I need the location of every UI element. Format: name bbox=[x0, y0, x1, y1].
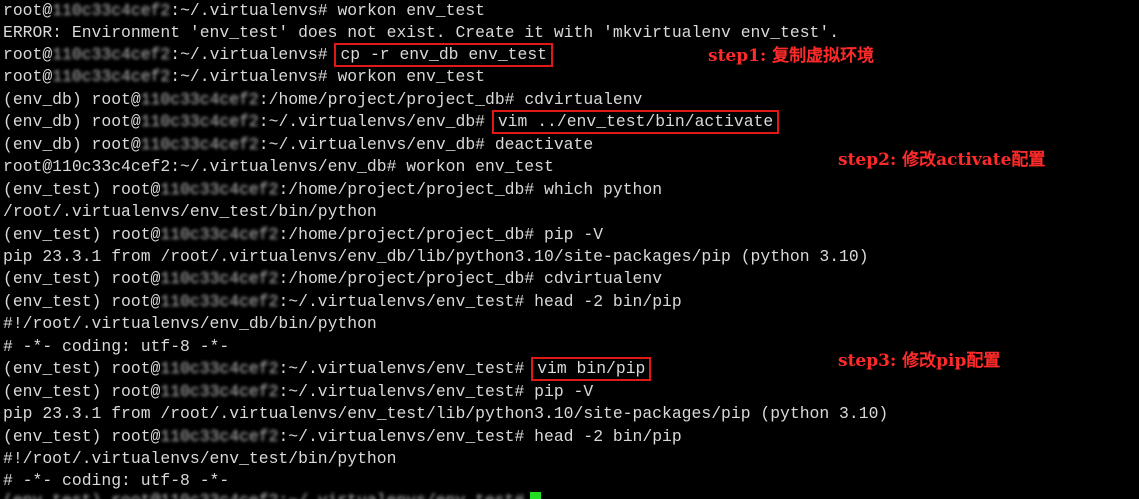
redacted-hostname: 110c33c4cef2 bbox=[160, 359, 279, 378]
highlighted-command-cp: cp -r env_db env_test bbox=[334, 43, 554, 67]
terminal-line: (env_test) root@110c33c4cef2:~/.virtuale… bbox=[3, 427, 682, 446]
terminal-line: # -*- coding: utf-8 -*- bbox=[3, 471, 230, 490]
terminal-line: root@110c33c4cef2:~/.virtualenvs# workon… bbox=[3, 67, 485, 86]
terminal-line: root@110c33c4cef2:~/.virtualenvs# workon… bbox=[3, 1, 485, 20]
terminal-line: pip 23.3.1 from /root/.virtualenvs/env_t… bbox=[3, 404, 889, 423]
terminal-line: (env_test) root@110c33c4cef2:~/.virtuale… bbox=[3, 382, 594, 401]
redacted-hostname: 110c33c4cef2 bbox=[160, 292, 279, 311]
highlighted-command-vim-activate: vim ../env_test/bin/activate bbox=[491, 110, 780, 134]
terminal-line: # -*- coding: utf-8 -*- bbox=[3, 337, 230, 356]
terminal-line: (env_db) root@110c33c4cef2:~/.virtualenv… bbox=[3, 110, 780, 134]
redacted-hostname: 110c33c4cef2 bbox=[52, 45, 171, 64]
terminal-line: pip 23.3.1 from /root/.virtualenvs/env_d… bbox=[3, 247, 869, 266]
terminal-line: #!/root/.virtualenvs/env_test/bin/python bbox=[3, 449, 397, 468]
terminal-line: (env_test) root@110c33c4cef2:/home/proje… bbox=[3, 225, 604, 244]
highlighted-command-vim-pip: vim bin/pip bbox=[531, 357, 652, 381]
current-prompt-text: (env_test) root@110c33c4cef2:~/.virtuale… bbox=[3, 491, 524, 499]
terminal-line: (env_test) root@110c33c4cef2:~/.virtuale… bbox=[3, 357, 652, 381]
terminal-line: root@110c33c4cef2:~/.virtualenvs# cp -r … bbox=[3, 43, 554, 67]
redacted-hostname: 110c33c4cef2 bbox=[160, 225, 279, 244]
terminal-line: (env_db) root@110c33c4cef2:/home/project… bbox=[3, 90, 643, 109]
redacted-hostname: 110c33c4cef2 bbox=[160, 427, 279, 446]
terminal-line: root@110c33c4cef2:~/.virtualenvs/env_db#… bbox=[3, 157, 554, 176]
terminal-current-prompt[interactable]: (env_test) root@110c33c4cef2:~/.virtuale… bbox=[3, 490, 542, 499]
redacted-hostname: 110c33c4cef2 bbox=[140, 90, 259, 109]
terminal-line: #!/root/.virtualenvs/env_db/bin/python bbox=[3, 314, 377, 333]
terminal-cursor bbox=[530, 492, 542, 499]
terminal-line: /root/.virtualenvs/env_test/bin/python bbox=[3, 202, 377, 221]
redacted-hostname: 110c33c4cef2 bbox=[52, 1, 171, 20]
terminal-line: ERROR: Environment 'env_test' does not e… bbox=[3, 23, 840, 42]
annotation-step2: step2: 修改activate配置 bbox=[838, 150, 1046, 170]
redacted-hostname: 110c33c4cef2 bbox=[52, 67, 171, 86]
terminal-line: (env_test) root@110c33c4cef2:/home/proje… bbox=[3, 269, 663, 288]
redacted-hostname: 110c33c4cef2 bbox=[160, 269, 279, 288]
terminal-line: (env_test) root@110c33c4cef2:~/.virtuale… bbox=[3, 292, 682, 311]
redacted-hostname: 110c33c4cef2 bbox=[140, 112, 259, 131]
terminal-line: (env_db) root@110c33c4cef2:~/.virtualenv… bbox=[3, 135, 594, 154]
redacted-hostname: 110c33c4cef2 bbox=[140, 135, 259, 154]
terminal-window[interactable]: root@110c33c4cef2:~/.virtualenvs# workon… bbox=[0, 0, 1139, 499]
redacted-hostname: 110c33c4cef2 bbox=[160, 180, 279, 199]
annotation-step1: step1: 复制虚拟环境 bbox=[708, 46, 875, 66]
terminal-line: (env_test) root@110c33c4cef2:/home/proje… bbox=[3, 180, 663, 199]
annotation-step3: step3: 修改pip配置 bbox=[838, 351, 1001, 371]
redacted-hostname: 110c33c4cef2 bbox=[160, 382, 279, 401]
